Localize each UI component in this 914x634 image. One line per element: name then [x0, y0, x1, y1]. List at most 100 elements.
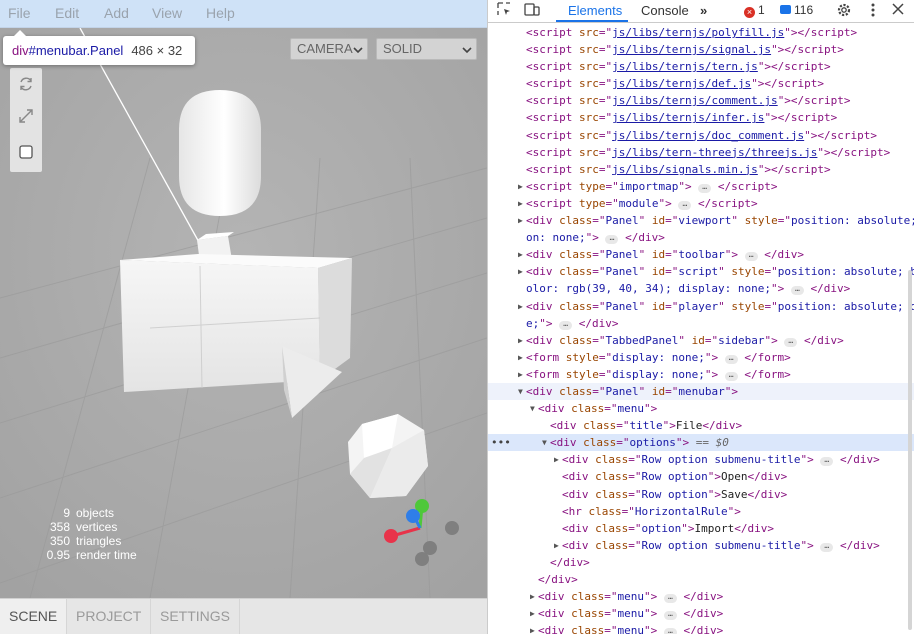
dom-node-menubar[interactable]: ▼ <div class="Panel" id="menubar"> [488, 382, 914, 401]
dom-node[interactable]: <script src="js/libs/ternjs/comment.js">… [488, 92, 914, 109]
collapse-triangle-icon[interactable]: ▼ [530, 400, 535, 417]
expand-triangle-icon[interactable]: ▶ [518, 366, 523, 383]
dom-node[interactable]: <script src="js/libs/ternjs/polyfill.js"… [488, 24, 914, 41]
dom-tree: <script src="js/libs/ternjs/polyfill.js"… [488, 24, 914, 634]
camera-select[interactable]: CAMERA [290, 38, 368, 60]
dom-node[interactable]: ▶ <div class="menu"> … </div> [488, 588, 914, 605]
tab-elements[interactable]: Elements [568, 3, 622, 18]
dom-node[interactable]: <div class="Row option">Open</div> [488, 468, 914, 485]
collapse-triangle-icon[interactable]: ▼ [542, 434, 547, 451]
ellipsis-icon[interactable]: … [820, 541, 834, 552]
ellipsis-icon[interactable]: … [663, 593, 677, 604]
dom-node-continuation: e;"> … </div> [526, 316, 619, 330]
script-src-link[interactable]: js/libs/tern-threejs/threejs.js [612, 146, 817, 159]
expand-triangle-icon[interactable]: ▶ [518, 263, 523, 280]
script-src-link[interactable]: js/libs/ternjs/doc_comment.js [612, 129, 804, 142]
ellipsis-icon[interactable]: … [744, 251, 758, 262]
ellipsis-icon[interactable]: … [559, 319, 573, 330]
ellipsis-icon[interactable]: … [663, 610, 677, 621]
local-space-checkbox[interactable] [10, 138, 42, 170]
ellipsis-icon[interactable]: … [678, 199, 692, 210]
script-src-link[interactable]: js/libs/signals.min.js [612, 163, 758, 176]
expand-triangle-icon[interactable]: ▶ [530, 622, 535, 634]
expand-triangle-icon[interactable]: ▶ [554, 537, 559, 554]
collapse-triangle-icon[interactable]: ▼ [518, 383, 523, 400]
device-toolbar-icon[interactable] [524, 2, 540, 20]
expand-triangle-icon[interactable]: ▶ [530, 588, 535, 605]
dom-node-selected[interactable]: ••• ▼ <div class="options"> == $0 [488, 434, 914, 452]
tab-scene[interactable]: SCENE [0, 599, 68, 634]
script-src-link[interactable]: js/libs/ternjs/polyfill.js [612, 26, 784, 39]
dom-node[interactable]: ▶ <div class="Panel" id="script" style="p… [488, 263, 914, 280]
shading-select[interactable]: SOLID [376, 38, 477, 60]
dom-node[interactable]: ▶ <div class="Panel" id="player" style="p… [488, 298, 914, 315]
expand-triangle-icon[interactable]: ▶ [530, 605, 535, 622]
tab-project[interactable]: PROJECT [67, 599, 152, 634]
close-icon[interactable] [892, 2, 904, 18]
dom-node[interactable]: ▶ <form style="display: none;"> … </form> [488, 366, 914, 383]
dom-node[interactable]: ▶ <form style="display: none;"> … </form> [488, 349, 914, 366]
tooltip-arrow [14, 30, 26, 36]
menu-add[interactable]: Add [104, 5, 129, 21]
dom-node[interactable]: <script src="js/libs/tern-threejs/threej… [488, 144, 914, 161]
dom-node[interactable]: <script src="js/libs/signals.min.js"></s… [488, 161, 914, 178]
expand-triangle-icon[interactable]: ▶ [518, 212, 523, 229]
script-src-link[interactable]: js/libs/ternjs/signal.js [612, 43, 771, 56]
scale-button[interactable] [10, 102, 42, 134]
ellipsis-icon[interactable]: … [663, 627, 677, 634]
dom-node[interactable]: <script src="js/libs/ternjs/def.js"></sc… [488, 75, 914, 92]
ellipsis-icon[interactable]: … [784, 336, 798, 347]
dom-node[interactable]: <script src="js/libs/ternjs/doc_comment.… [488, 127, 914, 144]
dom-node[interactable]: ▶ <div class="menu"> … </div> [488, 605, 914, 622]
menu-edit[interactable]: Edit [55, 5, 79, 21]
menu-view[interactable]: View [152, 5, 182, 21]
dom-node[interactable]: ▶ <div class="Row option submenu-title"> … [488, 537, 914, 554]
ellipsis-icon[interactable]: … [820, 456, 834, 467]
ellipsis-icon[interactable]: … [790, 285, 804, 296]
dom-node[interactable]: <hr class="HorizontalRule"> [488, 503, 914, 520]
dom-node[interactable]: <div class="title">File</div> [488, 417, 914, 434]
expand-triangle-icon[interactable]: ▶ [518, 332, 523, 349]
dom-node[interactable]: <div class="Row option">Save</div> [488, 486, 914, 503]
dom-node[interactable]: ▶ <script type="module"> … </script> [488, 195, 914, 212]
capsule-mesh[interactable] [179, 90, 261, 216]
script-src-link[interactable]: js/libs/ternjs/tern.js [612, 60, 758, 73]
dom-node[interactable]: <script src="js/libs/ternjs/infer.js"></… [488, 109, 914, 126]
error-count-badge[interactable]: × 1 [744, 3, 765, 18]
tab-console[interactable]: Console [641, 3, 689, 18]
expand-triangle-icon[interactable]: ▶ [518, 195, 523, 212]
script-src-link[interactable]: js/libs/ternjs/comment.js [612, 94, 778, 107]
scrollbar[interactable] [908, 270, 912, 630]
dom-node[interactable]: ▶ <div class="Row option submenu-title"> … [488, 451, 914, 468]
script-src-link[interactable]: js/libs/ternjs/infer.js [612, 111, 764, 124]
expand-triangle-icon[interactable]: ▶ [518, 246, 523, 263]
menu-help[interactable]: Help [206, 5, 235, 21]
dom-node[interactable]: ▶ <div class="menu"> … </div> [488, 622, 914, 634]
dom-node[interactable]: ▶ <div class="Panel" id="viewport" style=… [488, 212, 914, 229]
ellipsis-icon[interactable]: … [605, 234, 619, 245]
dom-node[interactable]: <script src="js/libs/ternjs/tern.js"></s… [488, 58, 914, 75]
ellipsis-icon[interactable]: … [724, 370, 738, 381]
dom-node[interactable]: <script src="js/libs/ternjs/signal.js"><… [488, 41, 914, 58]
tab-settings[interactable]: SETTINGS [151, 599, 241, 634]
more-options-icon[interactable] [870, 2, 876, 21]
dom-node[interactable]: <div class="option">Import</div> [488, 520, 914, 537]
expand-triangle-icon[interactable]: ▶ [554, 451, 559, 468]
ellipsis-icon[interactable]: … [698, 182, 712, 193]
dom-node[interactable]: ▼ <div class="menu"> [488, 400, 914, 417]
rotate-button[interactable] [10, 70, 42, 102]
inspect-element-icon[interactable] [497, 2, 512, 20]
menu-file[interactable]: File [8, 5, 31, 21]
dom-node[interactable]: ▶ <div class="Panel" id="toolbar"> … </di… [488, 246, 914, 263]
ellipsis-icon[interactable]: … [724, 353, 738, 364]
dom-node[interactable]: ▶ <script type="importmap"> … </script> [488, 178, 914, 195]
gear-icon[interactable] [836, 2, 852, 21]
expand-triangle-icon[interactable]: ▶ [518, 298, 523, 315]
more-dots-icon[interactable]: ••• [491, 434, 511, 451]
message-count-badge[interactable]: 116 [780, 3, 813, 17]
expand-triangle-icon[interactable]: ▶ [518, 178, 523, 195]
expand-triangle-icon[interactable]: ▶ [518, 349, 523, 366]
more-tabs-button[interactable]: » [700, 3, 707, 18]
dom-node[interactable]: ▶ <div class="TabbedPanel" id="sidebar"> … [488, 332, 914, 349]
script-src-link[interactable]: js/libs/ternjs/def.js [612, 77, 751, 90]
